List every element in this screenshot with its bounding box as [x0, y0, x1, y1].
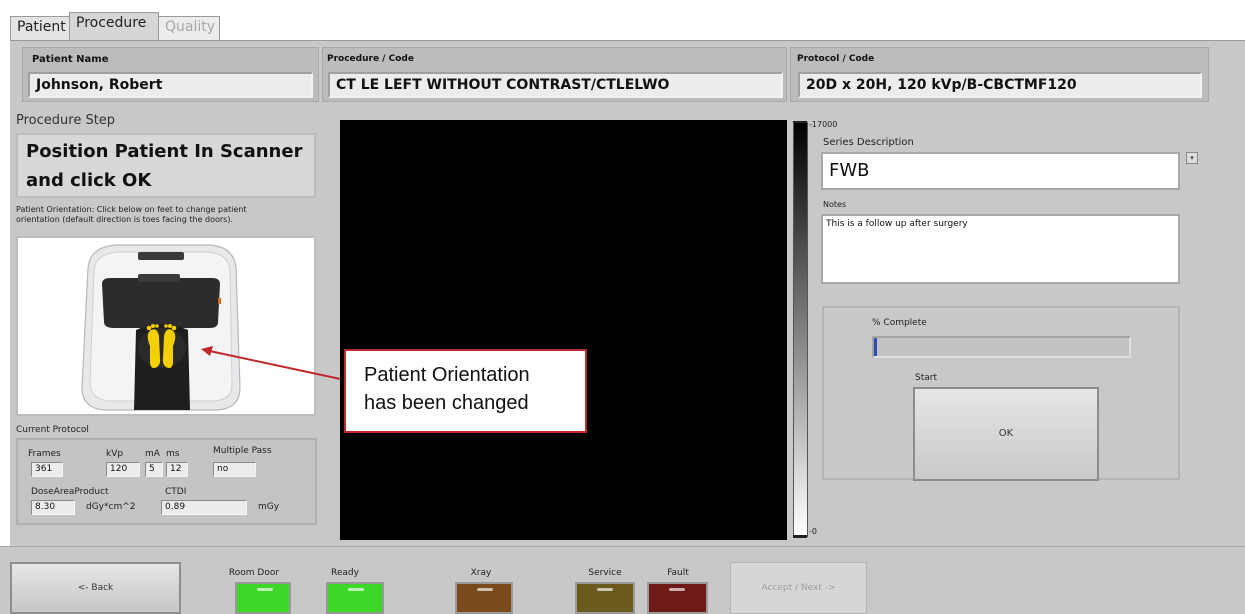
frames-label: Frames	[28, 449, 61, 459]
callout-line1: Patient Orientation	[364, 364, 530, 386]
room-door-indicator	[235, 582, 291, 614]
ready-indicator	[326, 582, 384, 614]
ma-field[interactable]: 5	[145, 462, 163, 477]
ctdi-unit-label: mGy	[258, 502, 280, 512]
kvp-field[interactable]: 120	[106, 462, 140, 477]
frames-field[interactable]: 361	[31, 462, 63, 477]
progress-fill	[874, 338, 877, 356]
procedure-label: Procedure / Code	[327, 54, 414, 64]
procedure-step-box: Position Patient In Scanner and click OK	[16, 133, 316, 198]
scale-top-tick	[793, 121, 807, 123]
orientation-note: Patient Orientation: Click below on feet…	[16, 205, 316, 225]
procedure-field[interactable]: CT LE LEFT WITHOUT CONTRAST/CTLELWO	[328, 72, 783, 98]
callout-line2: has been changed	[364, 392, 529, 414]
dose-area-product-field[interactable]: 8.30	[31, 500, 75, 515]
current-protocol-label: Current Protocol	[16, 425, 89, 435]
patient-name-group: Patient Name Johnson, Robert	[22, 47, 319, 102]
multiple-pass-field[interactable]: no	[213, 462, 256, 477]
protocol-field[interactable]: 20D x 20H, 120 kVp/B-CBCTMF120	[798, 72, 1202, 98]
protocol-group: Protocol / Code 20D x 20H, 120 kVp/B-CBC…	[790, 47, 1209, 102]
fault-indicator	[647, 582, 708, 614]
scale-bottom-tick	[793, 535, 807, 538]
start-label: Start	[915, 373, 937, 383]
procedure-group: Procedure / Code CT LE LEFT WITHOUT CONT…	[322, 47, 787, 102]
orientation-note-line2: orientation (default direction is toes f…	[16, 215, 234, 224]
back-button[interactable]: <- Back	[10, 562, 181, 614]
ms-field[interactable]: 12	[166, 462, 188, 477]
grayscale-bar	[793, 122, 808, 537]
ctdi-label: CTDI	[165, 487, 187, 497]
protocol-label: Protocol / Code	[797, 54, 875, 64]
room-door-label: Room Door	[228, 568, 280, 578]
patient-name-label: Patient Name	[32, 54, 109, 65]
service-label: Service	[588, 568, 622, 578]
kvp-label: kVp	[106, 449, 124, 459]
ready-label: Ready	[331, 568, 359, 578]
current-protocol-box: Frames 361 kVp 120 mA 5 ms 12 Multiple P…	[16, 438, 317, 525]
notes-label: Notes	[823, 200, 847, 209]
tab-quality[interactable]: Quality	[158, 16, 220, 42]
multiple-pass-label: Multiple Pass	[213, 446, 272, 456]
patient-name-field[interactable]: Johnson, Robert	[28, 72, 313, 98]
xray-label: Xray	[470, 568, 492, 578]
tab-bar: Patient Procedure Quality	[10, 10, 1245, 42]
scale-min-label: -0	[809, 527, 817, 536]
fault-label: Fault	[667, 568, 689, 578]
dose-area-product-label: DoseAreaProduct	[31, 487, 109, 497]
series-dropdown-icon[interactable]: ▾	[1186, 152, 1198, 164]
series-description-input[interactable]: FWB	[821, 152, 1180, 190]
orientation-note-line1: Patient Orientation: Click below on feet…	[16, 205, 247, 214]
series-description-label: Series Description	[823, 137, 914, 148]
procedure-step-label: Procedure Step	[16, 113, 116, 128]
tab-patient[interactable]: Patient	[10, 16, 70, 42]
service-indicator	[575, 582, 635, 614]
ms-label: ms	[166, 449, 180, 459]
notes-textarea[interactable]: This is a follow up after surgery	[821, 214, 1180, 284]
accept-next-button[interactable]: Accept / Next ->	[730, 562, 867, 614]
scale-max-label: -17000	[809, 120, 838, 129]
image-viewer[interactable]	[340, 120, 787, 540]
ma-label: mA	[145, 449, 160, 459]
progress-bar	[872, 336, 1131, 358]
percent-complete-label: % Complete	[872, 318, 927, 328]
ok-button[interactable]: OK	[913, 387, 1099, 481]
procedure-step-line2: and click OK	[26, 170, 152, 191]
ctdi-field[interactable]: 0.89	[161, 500, 247, 515]
tab-procedure[interactable]: Procedure	[69, 12, 159, 42]
dap-unit-label: dGy*cm^2	[86, 502, 136, 512]
callout-arrow	[201, 346, 346, 381]
procedure-step-line1: Position Patient In Scanner	[26, 141, 303, 162]
xray-indicator	[455, 582, 513, 614]
orientation-callout: Patient Orientation has been changed	[344, 349, 587, 433]
